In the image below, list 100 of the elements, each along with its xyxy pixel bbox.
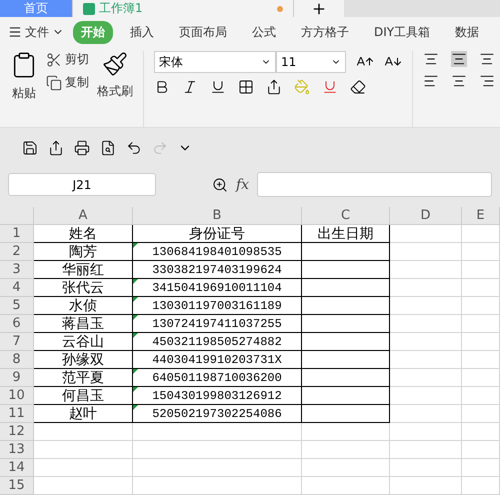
row-header[interactable]: 8 <box>0 351 34 369</box>
table-cell: 赵叶 <box>34 405 133 423</box>
row-header[interactable]: 9 <box>0 369 34 387</box>
row-header[interactable]: 14 <box>0 459 34 477</box>
row-header[interactable]: 1 <box>0 225 34 243</box>
ribbon-tab[interactable]: 数据 <box>447 20 488 44</box>
export-icon[interactable] <box>48 140 64 156</box>
font-select[interactable]: 宋体 <box>154 51 276 74</box>
table-cell <box>462 225 500 243</box>
table-cell: 130684198401098535 <box>133 243 302 261</box>
row-header[interactable]: 3 <box>0 261 34 279</box>
column-header[interactable]: E <box>462 207 500 225</box>
table-cell: 何昌玉 <box>34 387 133 405</box>
table-cell: 水侦 <box>34 297 133 315</box>
plus-icon <box>311 0 327 16</box>
table-cell: 云谷山 <box>34 333 133 351</box>
column-header[interactable]: D <box>390 207 462 225</box>
table-cell <box>462 477 500 495</box>
row-header[interactable]: 10 <box>0 387 34 405</box>
table-cell: 640501198710036200 <box>133 369 302 387</box>
font-color-icon[interactable] <box>322 79 338 96</box>
table-cell: 张代云 <box>34 279 133 297</box>
column-header[interactable]: A <box>34 207 133 225</box>
file-menu[interactable]: 文件 <box>8 24 64 41</box>
align-middle-icon[interactable] <box>451 51 467 68</box>
table-cell <box>462 351 500 369</box>
eraser-icon[interactable] <box>350 79 366 96</box>
table-cell <box>390 315 462 333</box>
format-painter-button[interactable]: 格式刷 <box>97 83 133 100</box>
row-header[interactable]: 4 <box>0 279 34 297</box>
ribbon-tab[interactable]: 方方格子 <box>293 20 357 44</box>
paste-button[interactable]: 粘贴 <box>12 85 36 102</box>
table-cell <box>390 459 462 477</box>
formula-field[interactable] <box>257 172 492 198</box>
fill-color-icon[interactable] <box>294 79 310 96</box>
table-cell <box>390 441 462 459</box>
cut-button[interactable]: 剪切 <box>46 51 89 68</box>
italic-icon[interactable] <box>182 79 198 96</box>
table-cell <box>390 243 462 261</box>
save-icon[interactable] <box>22 140 38 156</box>
copy-icon <box>46 74 62 91</box>
table-cell <box>390 405 462 423</box>
row-header[interactable]: 11 <box>0 405 34 423</box>
table-cell <box>390 351 462 369</box>
table-cell <box>390 333 462 351</box>
spreadsheet-icon <box>83 2 95 14</box>
function-label[interactable]: fx <box>236 176 250 193</box>
ribbon-tab[interactable]: 插入 <box>122 20 162 44</box>
underline-icon[interactable] <box>210 79 226 96</box>
ribbon-tab[interactable]: 公式 <box>244 20 284 44</box>
copy-button[interactable]: 复制 <box>46 74 89 92</box>
table-cell <box>390 297 462 315</box>
menu-icon <box>8 25 22 40</box>
table-cell <box>390 387 462 405</box>
print-preview-icon[interactable] <box>100 140 116 156</box>
table-cell <box>390 423 462 441</box>
table-cell: 姓名 <box>34 225 133 243</box>
error-marker-icon <box>133 315 138 320</box>
table-cell <box>462 297 500 315</box>
table-cell <box>462 423 500 441</box>
row-header[interactable]: 13 <box>0 441 34 459</box>
error-marker-icon <box>133 405 138 410</box>
table-cell: 150430199803126912 <box>133 387 302 405</box>
table-cell <box>462 243 500 261</box>
table-cell <box>462 369 500 387</box>
error-marker-icon <box>133 243 138 248</box>
table-cell <box>462 279 500 297</box>
undo-icon[interactable] <box>126 140 142 156</box>
table-cell: 范平夏 <box>34 369 133 387</box>
table-cell <box>462 441 500 459</box>
font-size-select[interactable]: 11 <box>276 51 346 74</box>
table-cell <box>390 279 462 297</box>
unsaved-dot <box>277 6 283 12</box>
table-cell <box>462 261 500 279</box>
table-cell: 蒋昌玉 <box>34 315 133 333</box>
table-cell: 出生日期 <box>302 225 390 243</box>
row-header[interactable]: 15 <box>0 477 34 495</box>
error-marker-icon <box>133 387 138 392</box>
column-header[interactable]: C <box>302 207 390 225</box>
column-header[interactable]: B <box>133 207 302 225</box>
table-cell: 330382197403199624 <box>133 261 302 279</box>
new-tab-button[interactable] <box>294 0 344 17</box>
row-header[interactable]: 2 <box>0 243 34 261</box>
table-cell <box>462 387 500 405</box>
print-icon[interactable] <box>74 140 90 156</box>
ribbon-tab[interactable]: DIY工具箱 <box>366 20 438 44</box>
table-cell: 341504196910011104 <box>133 279 302 297</box>
zoom-icon[interactable] <box>212 176 228 193</box>
row-header[interactable]: 5 <box>0 297 34 315</box>
name-box[interactable]: J21 <box>8 173 156 196</box>
table-cell: 44030419910203731X <box>133 351 302 369</box>
error-marker-icon <box>133 279 138 284</box>
error-marker-icon <box>133 333 138 338</box>
document-tab[interactable]: 首页 <box>0 0 73 17</box>
row-header[interactable]: 12 <box>0 423 34 441</box>
borders-icon[interactable] <box>238 79 254 96</box>
row-header[interactable]: 7 <box>0 333 34 351</box>
row-header[interactable]: 6 <box>0 315 34 333</box>
table-cell <box>462 459 500 477</box>
ribbon-tab[interactable]: 页面布局 <box>171 20 235 44</box>
